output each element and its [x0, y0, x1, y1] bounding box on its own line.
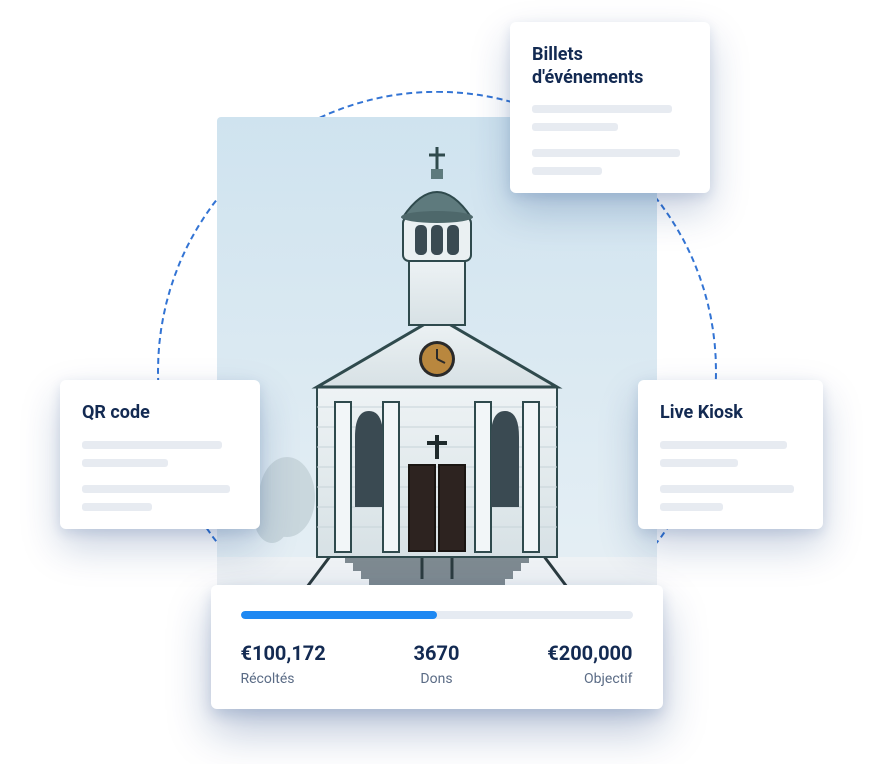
skeleton-line — [660, 503, 723, 511]
illustration-stage: Billets d'événements QR code Live Kiosk … — [0, 0, 873, 764]
skeleton-line — [532, 149, 680, 157]
card-title: QR code — [82, 402, 238, 425]
metric-goal: €200,000 Objectif — [547, 641, 632, 687]
card-title: Live Kiosk — [660, 402, 801, 425]
skeleton-line — [660, 441, 787, 449]
skeleton-line — [532, 167, 602, 175]
stats-row: €100,172 Récoltés 3670 Dons €200,000 Obj… — [241, 641, 633, 687]
metric-label: Récoltés — [241, 671, 326, 687]
metric-donations: 3670 Dons — [414, 641, 460, 687]
skeleton-line — [82, 485, 230, 493]
metric-label: Objectif — [547, 671, 632, 687]
skeleton-line — [660, 459, 738, 467]
skeleton-line — [82, 503, 152, 511]
metric-value: €200,000 — [547, 641, 632, 665]
metric-value: €100,172 — [241, 641, 326, 665]
skeleton-line — [532, 123, 618, 131]
card-live-kiosk: Live Kiosk — [638, 380, 823, 529]
progress-fill — [241, 611, 437, 619]
metric-label: Dons — [414, 671, 460, 687]
card-qr-code: QR code — [60, 380, 260, 529]
metric-raised: €100,172 Récoltés — [241, 641, 326, 687]
skeleton-line — [82, 441, 222, 449]
skeleton-line — [532, 105, 672, 113]
fundraising-stats-card: €100,172 Récoltés 3670 Dons €200,000 Obj… — [211, 585, 663, 709]
metric-value: 3670 — [414, 641, 460, 665]
skeleton-line — [660, 485, 794, 493]
progress-bar — [241, 611, 633, 619]
skeleton-line — [82, 459, 168, 467]
card-event-tickets: Billets d'événements — [510, 22, 710, 193]
card-title: Billets d'événements — [532, 44, 688, 89]
